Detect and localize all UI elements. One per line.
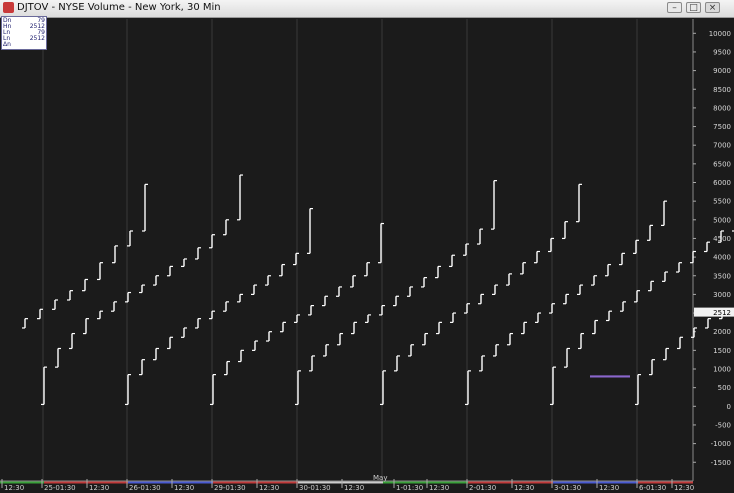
y-tick-label: 6500 — [713, 160, 731, 168]
x-tick-label: 12:30 — [344, 484, 364, 492]
x-tick-label: 3-01:30 — [554, 484, 581, 492]
y-tick-label: -500 — [715, 421, 731, 429]
chart-app-icon — [3, 2, 14, 13]
x-tick-label: 6-01:30 — [639, 484, 666, 492]
y-tick-label: 4500 — [713, 235, 731, 243]
y-tick-label: 500 — [718, 384, 731, 392]
chart-grid — [42, 19, 694, 481]
x-tick-label: 12:30 — [599, 484, 619, 492]
y-tick-label: 9000 — [713, 67, 731, 75]
volume-chart[interactable]: 1000095009000850080007500700065006000550… — [0, 17, 734, 493]
maximize-button[interactable]: □ — [686, 2, 701, 13]
y-tick-label: 4000 — [713, 254, 731, 262]
month-label: May — [373, 474, 387, 482]
x-tick-label: 12:30 — [89, 484, 109, 492]
x-tick-label: 12:30 — [259, 484, 279, 492]
y-tick-label: 1000 — [713, 366, 731, 374]
y-tick-label: -1000 — [711, 440, 731, 448]
x-tick-label: 26-01:30 — [129, 484, 161, 492]
y-tick-label: 5500 — [713, 198, 731, 206]
y-tick-label: 3500 — [713, 272, 731, 280]
current-value-label: 2512 — [694, 307, 734, 317]
minimize-button[interactable]: – — [667, 2, 682, 13]
x-tick-label: 25-01:30 — [44, 484, 76, 492]
y-tick-label: 8000 — [713, 104, 731, 112]
data-info-box: Dn 79 Hn 2512 Ln 79 Ln 2512 Δn — [1, 16, 47, 50]
x-tick-label: 12:30 — [514, 484, 534, 492]
y-tick-label: 10000 — [709, 30, 731, 38]
window-titlebar: DJTOV - NYSE Volume - New York, 30 Min –… — [0, 0, 734, 18]
x-tick-label: 30-01:30 — [299, 484, 331, 492]
y-tick-label: 1500 — [713, 347, 731, 355]
y-tick-label: -1500 — [711, 459, 731, 467]
y-tick-label: 8500 — [713, 86, 731, 94]
y-tick-label: 5000 — [713, 216, 731, 224]
x-tick-label: 12:30 — [429, 484, 449, 492]
volume-bars — [22, 174, 734, 406]
y-tick-label: 6000 — [713, 179, 731, 187]
current-value-text: 2512 — [713, 309, 731, 317]
x-tick-label: 12:30 — [174, 484, 194, 492]
window-title: DJTOV - NYSE Volume - New York, 30 Min — [17, 2, 221, 13]
x-tick-label: 29-01:30 — [214, 484, 246, 492]
y-tick-label: 3000 — [713, 291, 731, 299]
y-tick-label: 7000 — [713, 142, 731, 150]
y-axis: 1000095009000850080007500700065006000550… — [693, 30, 731, 467]
close-button[interactable]: × — [705, 2, 720, 13]
x-tick-label: 12:30 — [4, 484, 24, 492]
x-axis: 12:30 25-01:30 12:30 26-01:30 12:30 29-01:30 1… — [0, 474, 694, 492]
y-tick-label: 2000 — [713, 328, 731, 336]
y-tick-label: 9500 — [713, 48, 731, 56]
x-tick-label: 1-01:30 — [396, 484, 423, 492]
y-tick-label: 7500 — [713, 123, 731, 131]
x-tick-label: 2-01:30 — [469, 484, 496, 492]
x-tick-label: 12:30 — [674, 484, 694, 492]
y-tick-label: 0 — [727, 403, 731, 411]
